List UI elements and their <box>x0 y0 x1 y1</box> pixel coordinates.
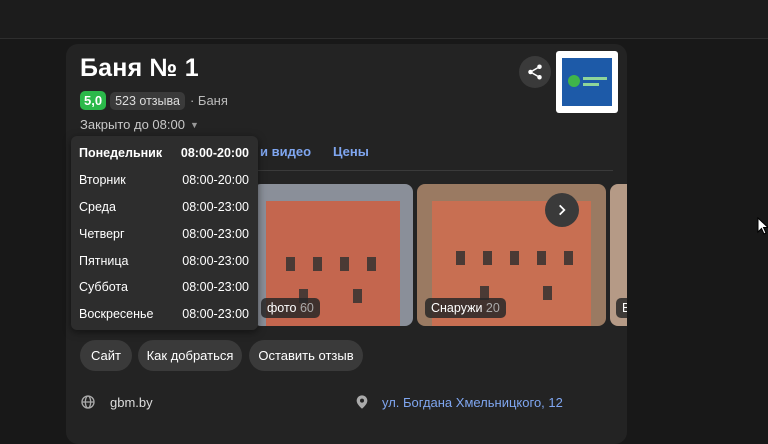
address-row[interactable]: ул. Богдана Хмельницкого, 12 <box>354 394 563 410</box>
schedule-hours: 08:00-20:00 <box>180 146 249 160</box>
website-row[interactable]: gbm.by <box>80 394 153 410</box>
rating-badge: 5,0 <box>80 91 107 110</box>
schedule-day: Понедельник <box>79 146 163 160</box>
photo-label-text: фото <box>267 301 297 315</box>
place-category: · Баня <box>189 93 228 108</box>
schedule-popup: Понедельник 08:00-20:00 Вторник 08:00-20… <box>71 136 258 330</box>
photo-count: 60 <box>299 301 314 315</box>
schedule-hours: 08:00-20:00 <box>182 173 249 187</box>
hours-dropdown[interactable]: Закрыто до 08:00 ▼ <box>80 117 199 132</box>
logo-image <box>562 58 612 106</box>
schedule-day: Суббота <box>79 280 128 294</box>
schedule-row: Вторник 08:00-20:00 <box>79 173 249 187</box>
photo-tile-all[interactable]: фото 60 <box>253 184 413 326</box>
site-button[interactable]: Сайт <box>80 340 132 371</box>
schedule-day: Воскресенье <box>79 307 154 321</box>
schedule-row: Среда 08:00-23:00 <box>79 200 249 214</box>
photo-label: Снаружи 20 <box>425 298 506 318</box>
hours-status: Закрыто до 08:00 <box>80 117 185 132</box>
chevron-right-icon <box>559 204 566 216</box>
place-meta: 5,0 523 отзыва · Баня <box>80 91 228 110</box>
tab-photo-video[interactable]: и видео <box>260 144 311 159</box>
location-pin-icon <box>356 395 368 409</box>
top-bar <box>0 0 768 39</box>
reviews-count[interactable]: 523 отзыва <box>110 91 185 110</box>
tab-prices[interactable]: Цены <box>333 144 369 159</box>
photo-count: 20 <box>485 301 500 315</box>
address-link[interactable]: ул. Богдана Хмельницкого, 12 <box>382 395 563 410</box>
schedule-day: Среда <box>79 200 116 214</box>
schedule-hours: 08:00-23:00 <box>182 200 249 214</box>
schedule-hours: 08:00-23:00 <box>182 254 249 268</box>
website-link[interactable]: gbm.by <box>110 395 153 410</box>
place-logo[interactable] <box>556 51 618 113</box>
schedule-day: Вторник <box>79 173 126 187</box>
photo-label-text: В <box>622 301 627 315</box>
share-button[interactable] <box>519 56 551 88</box>
schedule-row: Суббота 08:00-23:00 <box>79 280 249 294</box>
schedule-row: Воскресенье 08:00-23:00 <box>79 307 249 321</box>
photo-label-text: Снаружи <box>431 301 483 315</box>
schedule-day: Пятница <box>79 254 129 268</box>
photo-label: фото 60 <box>261 298 320 318</box>
place-title: Баня № 1 <box>80 54 199 82</box>
schedule-row: Пятница 08:00-23:00 <box>79 254 249 268</box>
globe-icon <box>81 395 95 409</box>
schedule-row: Понедельник 08:00-20:00 <box>79 146 249 160</box>
photo-label: В <box>616 298 627 318</box>
next-photo-button[interactable] <box>545 193 579 227</box>
caret-down-icon: ▼ <box>189 119 199 130</box>
mouse-cursor-icon <box>757 217 768 235</box>
photo-tile-more[interactable]: В <box>610 184 627 326</box>
route-button[interactable]: Как добраться <box>138 340 242 371</box>
schedule-hours: 08:00-23:00 <box>182 307 249 321</box>
leave-review-button[interactable]: Оставить отзыв <box>249 340 363 371</box>
schedule-row: Четверг 08:00-23:00 <box>79 227 249 241</box>
schedule-hours: 08:00-23:00 <box>182 227 249 241</box>
schedule-hours: 08:00-23:00 <box>182 280 249 294</box>
share-icon <box>528 64 542 80</box>
schedule-day: Четверг <box>79 227 125 241</box>
